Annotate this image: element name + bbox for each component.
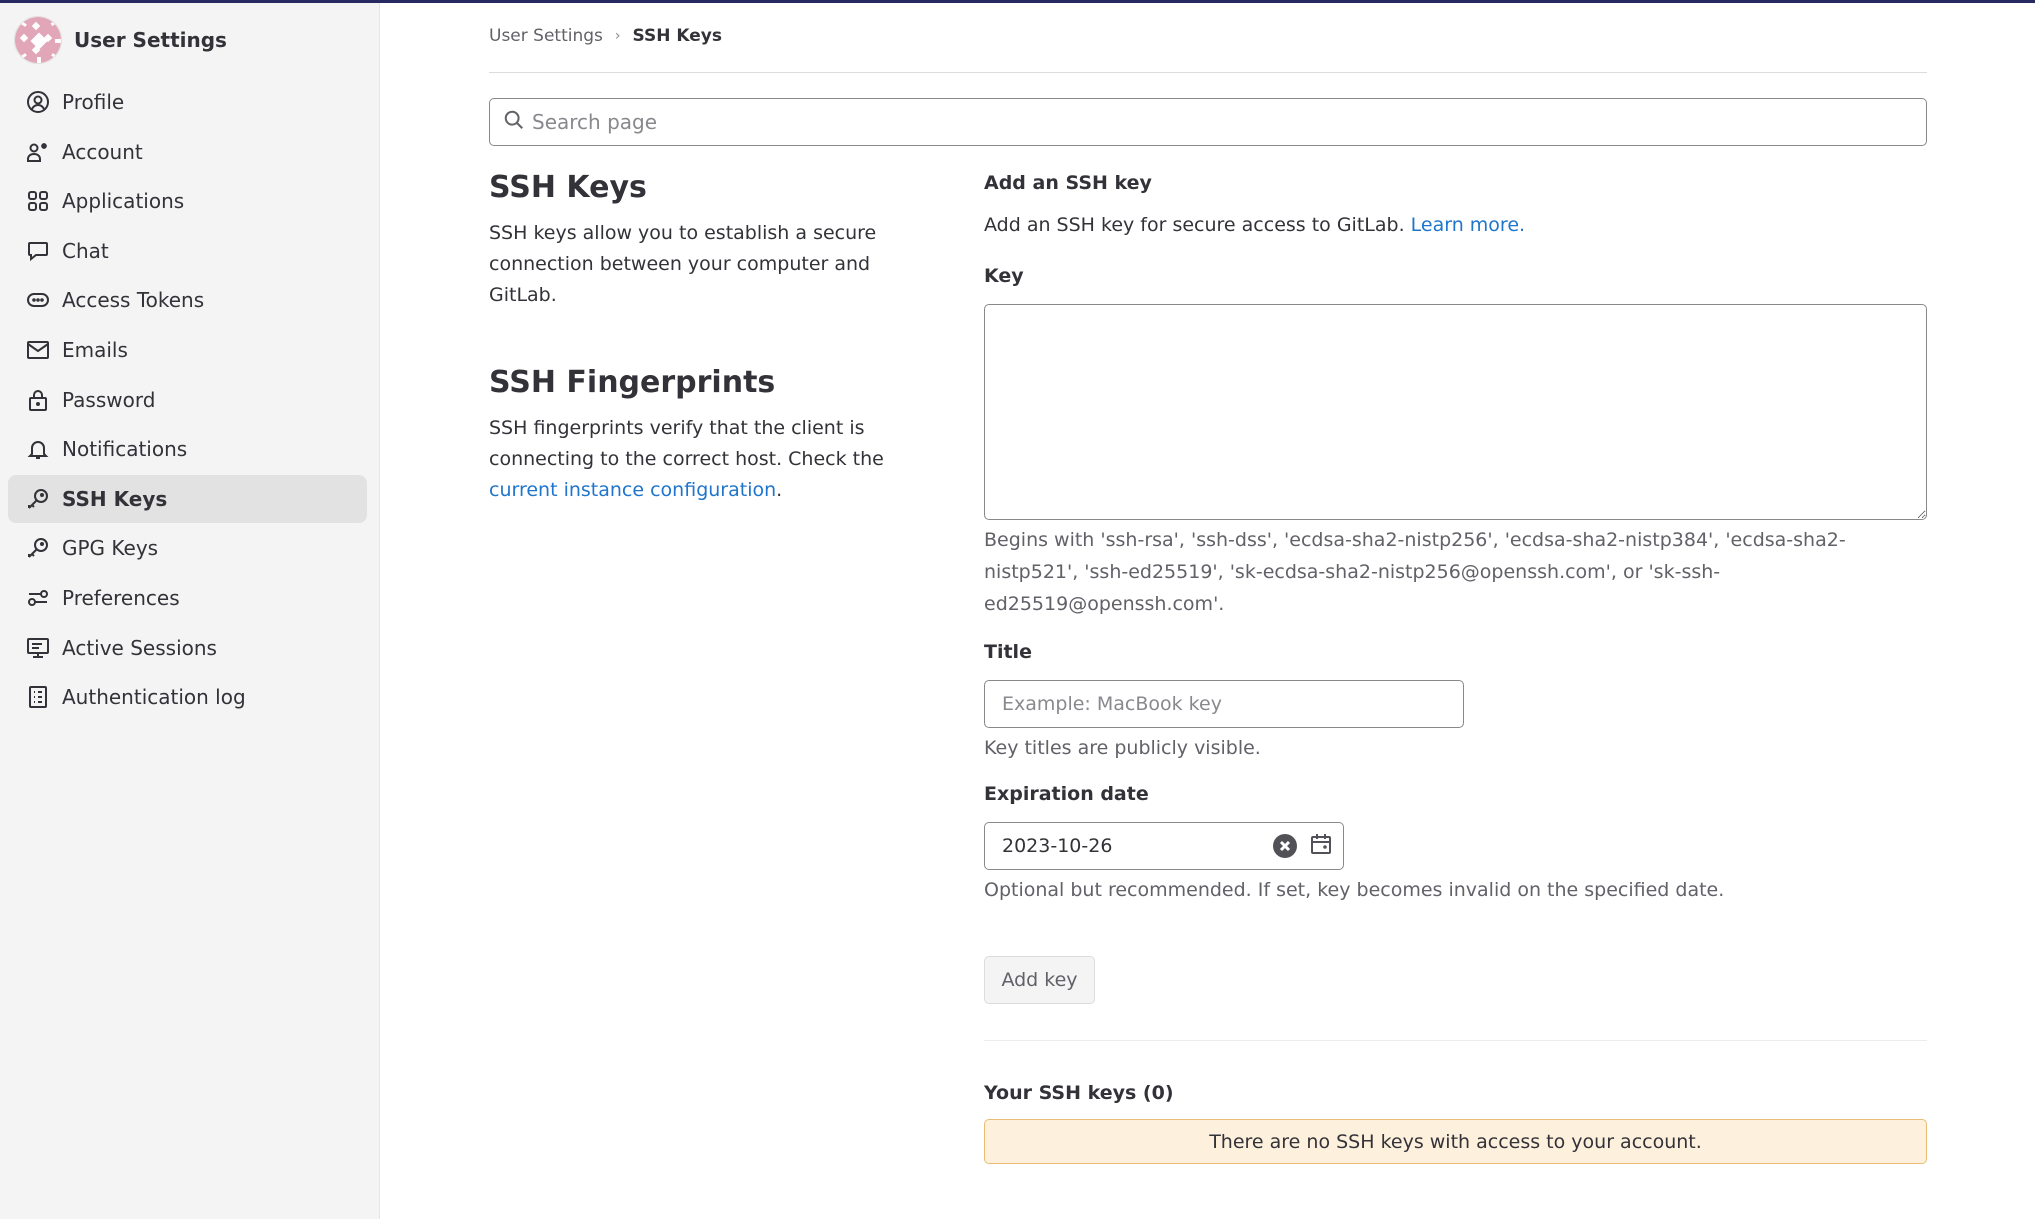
sidebar-item-label: Active Sessions — [62, 635, 217, 660]
sidebar: User Settings Profile Account Applicatio… — [0, 3, 380, 1219]
preferences-icon — [26, 586, 50, 610]
mail-icon — [26, 338, 50, 362]
sidebar-item-label: Profile — [62, 90, 125, 114]
sidebar-item-label: Applications — [62, 189, 185, 214]
sidebar-item-account[interactable]: Account — [8, 128, 367, 176]
empty-keys-alert: There are no SSH keys with access to you… — [984, 1119, 1927, 1164]
sidebar-item-profile[interactable]: Profile — [8, 78, 367, 126]
your-ssh-keys-heading: Your SSH keys (0) — [984, 1082, 1174, 1104]
expiration-date-value[interactable]: 2023-10-26 — [1002, 835, 1273, 857]
title-input[interactable] — [984, 680, 1464, 728]
sidebar-item-label: Password — [62, 387, 156, 412]
avatar[interactable] — [14, 16, 62, 64]
sidebar-item-password[interactable]: Password — [8, 376, 367, 424]
breadcrumb-current: SSH Keys — [632, 26, 722, 46]
sidebar-item-authentication-log[interactable]: Authentication log — [8, 673, 367, 721]
sidebar-item-active-sessions[interactable]: Active Sessions — [8, 624, 367, 672]
fingerprints-text: SSH fingerprints verify that the client … — [489, 417, 884, 470]
fingerprints-text-end: . — [776, 479, 783, 501]
clear-date-icon[interactable] — [1273, 834, 1297, 858]
profile-icon — [26, 90, 50, 114]
expiration-date-label: Expiration date — [984, 783, 1149, 805]
sidebar-item-label: Notifications — [62, 437, 188, 462]
monitor-icon — [26, 636, 50, 660]
add-ssh-key-form: Add an SSH key Add an SSH key for secure… — [984, 168, 1927, 1164]
bell-icon — [26, 437, 50, 461]
ssh-keys-description: SSH keys allow you to establish a secure… — [489, 222, 877, 306]
sidebar-item-label: SSH Keys — [62, 486, 168, 511]
learn-more-link[interactable]: Learn more. — [1411, 214, 1525, 236]
key-label: Key — [984, 265, 1024, 287]
sidebar-item-access-tokens[interactable]: Access Tokens — [8, 276, 367, 324]
sidebar-item-label: Access Tokens — [62, 288, 205, 313]
instance-configuration-link[interactable]: current instance configuration — [489, 479, 776, 501]
account-icon — [26, 140, 50, 164]
sidebar-item-label: GPG Keys — [62, 536, 159, 561]
sidebar-header: User Settings — [14, 16, 227, 64]
description-column: SSH Keys SSH keys allow you to establish… — [489, 168, 929, 506]
sidebar-item-gpg-keys[interactable]: GPG Keys — [8, 524, 367, 572]
sidebar-item-label: Emails — [62, 337, 128, 362]
expiration-date-input[interactable]: 2023-10-26 — [984, 822, 1344, 870]
chat-icon — [26, 239, 50, 263]
lock-icon — [26, 388, 50, 412]
log-icon — [26, 685, 50, 709]
search-icon — [503, 109, 525, 135]
add-key-button[interactable]: Add key — [984, 956, 1095, 1004]
divider — [984, 1040, 1927, 1041]
key-help-text: Begins with 'ssh-rsa', 'ssh-dss', 'ecdsa… — [984, 529, 1846, 615]
breadcrumb-user-settings[interactable]: User Settings — [489, 26, 603, 46]
sidebar-nav: Profile Account Applications Chat Access… — [8, 78, 367, 723]
search-box[interactable] — [489, 98, 1927, 146]
sidebar-item-label: Account — [62, 139, 143, 164]
sidebar-item-label: Chat — [62, 238, 109, 263]
sidebar-item-applications[interactable]: Applications — [8, 177, 367, 225]
sidebar-item-label: Preferences — [62, 585, 180, 610]
expiration-help-text: Optional but recommended. If set, key be… — [984, 879, 1725, 901]
sidebar-item-notifications[interactable]: Notifications — [8, 425, 367, 473]
title-help-text: Key titles are publicly visible. — [984, 737, 1261, 759]
key-textarea[interactable] — [984, 304, 1927, 520]
add-ssh-key-heading: Add an SSH key — [984, 172, 1152, 194]
sidebar-title: User Settings — [74, 28, 227, 52]
sidebar-item-ssh-keys[interactable]: SSH Keys — [8, 474, 367, 523]
key-icon — [26, 487, 50, 511]
token-icon — [26, 288, 50, 312]
search-input[interactable] — [532, 110, 1882, 134]
sidebar-item-chat[interactable]: Chat — [8, 227, 367, 275]
applications-icon — [26, 189, 50, 213]
title-label: Title — [984, 641, 1032, 663]
key-icon — [26, 536, 50, 560]
sidebar-item-label: Authentication log — [62, 685, 246, 710]
add-ssh-key-description: Add an SSH key for secure access to GitL… — [984, 210, 1927, 240]
breadcrumb: User Settings › SSH Keys — [489, 26, 722, 46]
chevron-right-icon: › — [614, 28, 621, 44]
ssh-fingerprints-description: SSH fingerprints verify that the client … — [489, 413, 929, 506]
ssh-fingerprints-title: SSH Fingerprints — [489, 365, 776, 400]
ssh-keys-title: SSH Keys — [489, 170, 647, 205]
calendar-icon[interactable] — [1309, 832, 1333, 860]
description-text: Add an SSH key for secure access to GitL… — [984, 214, 1411, 236]
divider — [489, 72, 1927, 73]
sidebar-item-preferences[interactable]: Preferences — [8, 574, 367, 622]
sidebar-item-emails[interactable]: Emails — [8, 326, 367, 374]
